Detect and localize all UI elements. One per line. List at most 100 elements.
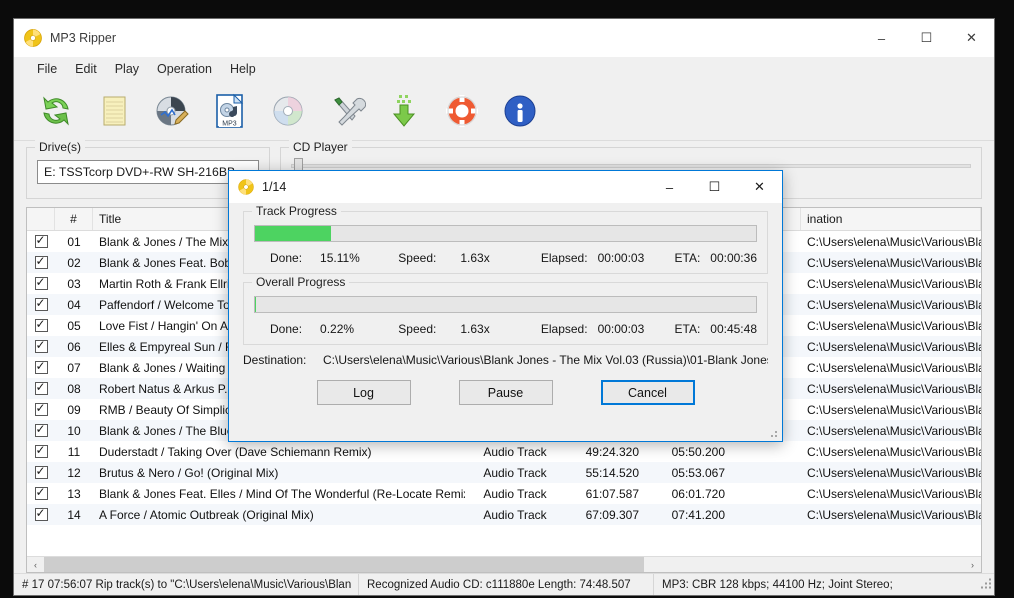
toolbar-rip-button[interactable] bbox=[380, 87, 428, 135]
overall-speed: Speed: 1.63x bbox=[398, 322, 541, 336]
checkbox-checked-icon[interactable] bbox=[34, 319, 48, 332]
scroll-right-icon[interactable]: › bbox=[964, 557, 981, 572]
cell-track-number: 10 bbox=[67, 423, 81, 438]
log-button[interactable]: Log bbox=[316, 380, 411, 405]
cell-track-number: 14 bbox=[67, 507, 81, 522]
dialog-destination: Destination: C:\Users\elena\Music\Variou… bbox=[243, 353, 768, 367]
table-row[interactable]: 12 Brutus & Nero / Go! (Original Mix) Audi… bbox=[27, 462, 981, 483]
menu-play[interactable]: Play bbox=[106, 59, 148, 79]
maximize-button[interactable]: ☐ bbox=[904, 19, 949, 57]
cell-track-title: Blank & Jones Feat. Elles / Mind Of The … bbox=[99, 486, 465, 501]
cd-player-slider[interactable] bbox=[291, 158, 971, 176]
cell-track-number: 08 bbox=[67, 381, 81, 396]
row-checkbox-cell[interactable] bbox=[27, 319, 55, 332]
row-checkbox-cell[interactable] bbox=[27, 382, 55, 395]
toolbar-about-button[interactable] bbox=[496, 87, 544, 135]
cell-track-destination: C:\Users\elena\Music\Various\Blank & Jon… bbox=[807, 339, 981, 354]
destination-value: C:\Users\elena\Music\Various\Blank Jones… bbox=[323, 353, 768, 367]
overall-speed-label: Speed: bbox=[398, 322, 437, 336]
overall-eta-label: ETA: bbox=[674, 322, 701, 336]
menu-operation[interactable]: Operation bbox=[148, 59, 221, 79]
table-row[interactable]: 13 Blank & Jones Feat. Elles / Mind Of Th… bbox=[27, 483, 981, 504]
minimize-button[interactable]: – bbox=[859, 19, 904, 57]
row-checkbox-cell[interactable] bbox=[27, 340, 55, 353]
checkbox-checked-icon[interactable] bbox=[34, 382, 48, 395]
pause-button[interactable]: Pause bbox=[458, 380, 553, 405]
column-header-number[interactable]: # bbox=[55, 208, 93, 230]
drive-select-value: E: TSSTcorp DVD+-RW SH-216BB D100 bbox=[44, 165, 259, 179]
cell-track-length: 06:01.720 bbox=[671, 486, 725, 501]
cell-track-start: 49:24.320 bbox=[585, 444, 639, 459]
toolbar-tools-button[interactable] bbox=[322, 87, 370, 135]
window-titlebar: MP3 Ripper – ☐ ✕ bbox=[14, 19, 994, 57]
resize-grip-icon[interactable] bbox=[980, 574, 994, 595]
menu-help[interactable]: Help bbox=[221, 59, 265, 79]
cell-track-title: Duderstadt / Taking Over (Dave Schiemann… bbox=[99, 444, 372, 459]
row-checkbox-cell[interactable] bbox=[27, 487, 55, 500]
drive-select[interactable]: E: TSSTcorp DVD+-RW SH-216BB D100 ▼ bbox=[37, 160, 259, 184]
status-log: # 17 07:56:07 Rip track(s) to "C:\Users\… bbox=[14, 574, 359, 595]
menu-file[interactable]: File bbox=[28, 59, 66, 79]
track-speed-value: 1.63x bbox=[460, 251, 490, 265]
checkbox-checked-icon[interactable] bbox=[34, 424, 48, 437]
mp3-file-icon: MP3 bbox=[216, 93, 244, 128]
column-header-check[interactable] bbox=[27, 208, 55, 230]
toolbar-support-button[interactable] bbox=[438, 87, 486, 135]
row-checkbox-cell[interactable] bbox=[27, 235, 55, 248]
row-checkbox-cell[interactable] bbox=[27, 361, 55, 374]
checkbox-checked-icon[interactable] bbox=[34, 340, 48, 353]
toolbar-refresh-button[interactable] bbox=[32, 87, 80, 135]
checkbox-checked-icon[interactable] bbox=[34, 403, 48, 416]
row-checkbox-cell[interactable] bbox=[27, 298, 55, 311]
cell-track-length: 05:53.067 bbox=[671, 465, 725, 480]
dialog-maximize-button[interactable]: ☐ bbox=[692, 171, 737, 203]
table-row[interactable]: 14 A Force / Atomic Outbreak (Original Mi… bbox=[27, 504, 981, 525]
track-elapsed: Elapsed: 00:00:03 bbox=[541, 251, 675, 265]
lifebuoy-icon bbox=[446, 94, 478, 127]
row-checkbox-cell[interactable] bbox=[27, 256, 55, 269]
overall-progress-fill bbox=[255, 297, 257, 312]
checkbox-checked-icon[interactable] bbox=[34, 487, 48, 500]
toolbar-cd-button[interactable] bbox=[264, 87, 312, 135]
checkbox-checked-icon[interactable] bbox=[34, 235, 48, 248]
column-header-destination[interactable]: ination bbox=[801, 208, 981, 230]
row-checkbox-cell[interactable] bbox=[27, 445, 55, 458]
checkbox-checked-icon[interactable] bbox=[34, 256, 48, 269]
row-checkbox-cell[interactable] bbox=[27, 508, 55, 521]
cell-track-destination: C:\Users\elena\Music\Various\Blank & Jon… bbox=[807, 297, 981, 312]
checkbox-checked-icon[interactable] bbox=[34, 445, 48, 458]
scroll-left-icon[interactable]: ‹ bbox=[27, 557, 44, 572]
row-checkbox-cell[interactable] bbox=[27, 424, 55, 437]
checkbox-checked-icon[interactable] bbox=[34, 361, 48, 374]
row-checkbox-cell[interactable] bbox=[27, 277, 55, 290]
overall-done-value: 0.22% bbox=[320, 322, 355, 336]
overall-elapsed-label: Elapsed: bbox=[540, 322, 588, 336]
cell-track-destination: C:\Users\elena\Music\Various\Blank & Jon… bbox=[807, 255, 981, 270]
checkbox-checked-icon[interactable] bbox=[34, 277, 48, 290]
cancel-button[interactable]: Cancel bbox=[600, 380, 695, 405]
checkbox-checked-icon[interactable] bbox=[34, 466, 48, 479]
cell-track-length: 05:50.200 bbox=[671, 444, 725, 459]
toolbar-cd-edit-button[interactable] bbox=[148, 87, 196, 135]
window-controls: – ☐ ✕ bbox=[859, 19, 994, 57]
checkbox-checked-icon[interactable] bbox=[34, 508, 48, 521]
overall-eta: ETA: 00:45:48 bbox=[675, 322, 758, 336]
row-checkbox-cell[interactable] bbox=[27, 403, 55, 416]
toolbar-mp3-file-button[interactable]: MP3 bbox=[206, 87, 254, 135]
dialog-close-button[interactable]: ✕ bbox=[737, 171, 782, 203]
hscroll-thumb[interactable] bbox=[44, 557, 644, 572]
cd-disc-icon bbox=[238, 179, 254, 195]
dialog-title: 1/14 bbox=[262, 180, 287, 194]
close-button[interactable]: ✕ bbox=[949, 19, 994, 57]
checkbox-checked-icon[interactable] bbox=[34, 298, 48, 311]
menu-edit[interactable]: Edit bbox=[66, 59, 106, 79]
cell-track-type: Audio Track bbox=[483, 486, 547, 501]
table-row[interactable]: 11 Duderstadt / Taking Over (Dave Schiema… bbox=[27, 441, 981, 462]
track-eta-label: ETA: bbox=[674, 251, 701, 265]
row-checkbox-cell[interactable] bbox=[27, 466, 55, 479]
dialog-resize-grip-icon[interactable] bbox=[767, 427, 779, 439]
toolbar-notepad-button[interactable] bbox=[90, 87, 138, 135]
dialog-minimize-button[interactable]: – bbox=[647, 171, 692, 203]
cell-track-destination: C:\Users\elena\Music\Various\Blank & Jon… bbox=[807, 444, 981, 459]
track-list-hscrollbar[interactable]: ‹ › bbox=[27, 556, 981, 572]
